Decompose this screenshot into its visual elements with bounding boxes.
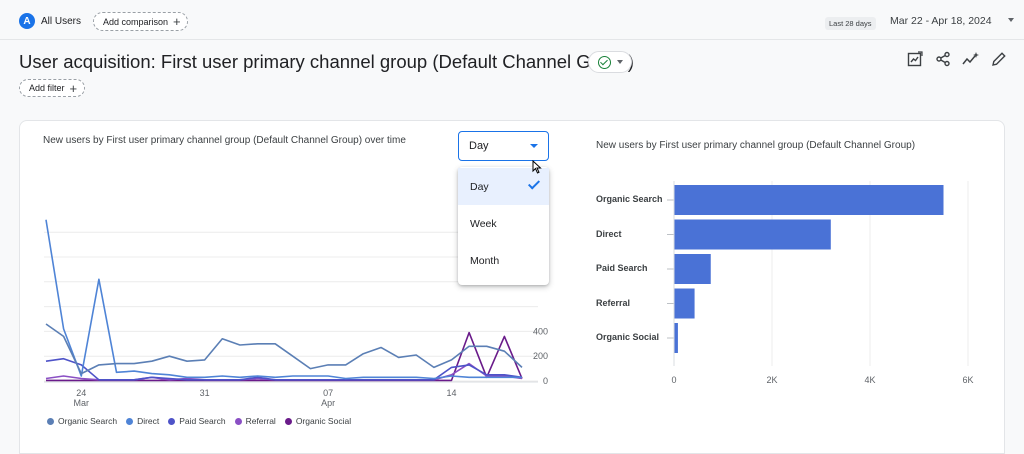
period-option-month[interactable]: Month [458, 242, 549, 279]
date-caret-icon[interactable] [1008, 18, 1014, 22]
bar-chart-title: New users by First user primary channel … [596, 140, 916, 151]
segment-chip[interactable]: A All Users [19, 11, 81, 31]
insights-icon[interactable] [962, 50, 980, 68]
legend-item[interactable]: Paid Search [168, 416, 226, 426]
page-title: User acquisition: First user primary cha… [19, 51, 634, 72]
report-status-button[interactable] [588, 51, 632, 73]
legend-dot [284, 417, 292, 425]
pencil-icon[interactable] [990, 50, 1008, 68]
period-select-value: Day [469, 140, 489, 152]
date-range-picker[interactable]: Mar 22 - Apr 18, 2024 [890, 15, 992, 27]
bar-category-label: Referral [596, 297, 631, 308]
bar-category-label: Paid Search [596, 263, 648, 273]
legend-item[interactable]: Referral [234, 416, 276, 426]
bar-category-label: Organic Social [596, 332, 660, 342]
add-comparison-label: Add comparison [103, 16, 169, 27]
report-toolbar [906, 50, 1008, 68]
legend-item[interactable]: Organic Search [47, 416, 117, 426]
legend-item[interactable]: Direct [126, 416, 159, 426]
date-preset-badge: Last 28 days [825, 17, 876, 30]
chevron-down-icon [616, 60, 623, 64]
add-filter-button[interactable]: Add filter + [19, 79, 86, 97]
mouse-cursor-icon [532, 160, 542, 174]
legend-dot [234, 417, 242, 425]
legend-dot [47, 417, 54, 425]
segment-avatar: A [19, 13, 35, 29]
legend-item[interactable]: Organic Social [284, 416, 352, 426]
line-chart-legend: Organic Search Direct Paid Search Referral O… [47, 416, 351, 426]
check-circle-icon [597, 55, 611, 69]
caret-down-icon [530, 144, 538, 148]
period-select[interactable]: Day [458, 131, 549, 161]
legend-label: Organic Social [295, 416, 352, 426]
period-dropdown: Day Week Month [458, 167, 549, 285]
legend-dot [168, 417, 176, 425]
line-chart-title: New users by First user primary channel … [43, 135, 406, 146]
legend-label: Organic Search [58, 416, 118, 426]
add-comparison-button[interactable]: Add comparison + [93, 12, 188, 31]
legend-label: Referral [245, 416, 276, 426]
edit-report-icon[interactable] [906, 50, 924, 68]
legend-label: Direct [137, 416, 160, 426]
period-option-week[interactable]: Week [458, 205, 549, 242]
bar-category-label: Direct [596, 228, 622, 239]
bar-category-label: Organic Search [596, 194, 663, 204]
check-icon [527, 177, 541, 190]
add-filter-label: Add filter [29, 83, 65, 93]
plus-icon: + [69, 80, 78, 96]
legend-dot [126, 417, 134, 425]
share-icon[interactable] [934, 50, 952, 68]
legend-label: Paid Search [179, 416, 226, 426]
top-bar: A All Users Add comparison + Last 28 day… [0, 0, 1024, 40]
plus-icon: + [173, 14, 181, 29]
segment-label: All Users [41, 15, 82, 27]
